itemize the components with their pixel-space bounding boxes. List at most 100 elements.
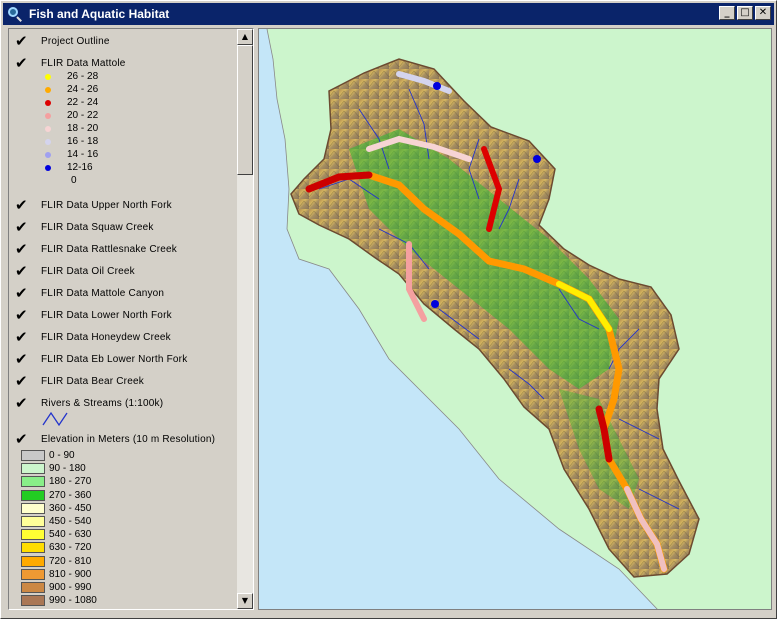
layer-item[interactable]: ✔ FLIR Data Oil Creek — [15, 263, 135, 279]
scroll-up-button[interactable]: ▲ — [237, 29, 253, 45]
layer-label: FLIR Data Bear Creek — [41, 375, 144, 387]
layer-item[interactable]: ✔ FLIR Data Lower North Fork — [15, 307, 172, 323]
legend-class-row: 12-16 — [45, 161, 93, 174]
legend-class-label: 180 - 270 — [49, 476, 92, 488]
legend-class-label: 16 - 18 — [67, 136, 99, 147]
layer-checkbox[interactable]: ✔ — [15, 396, 29, 411]
legend-class-row: 24 - 26 — [45, 83, 98, 96]
legend-class-label: 0 — [71, 175, 77, 186]
legend-class-label: 450 - 540 — [49, 516, 92, 527]
layer-project-outline[interactable]: ✔ Project Outline — [15, 33, 110, 49]
title-bar[interactable]: Fish and Aquatic Habitat _ □ ✕ — [3, 3, 774, 25]
layer-item[interactable]: ✔ FLIR Data Upper North Fork — [15, 197, 172, 213]
layer-label: FLIR Data Oil Creek — [41, 265, 135, 277]
layer-label: FLIR Data Eb Lower North Fork — [41, 353, 188, 365]
legend-dot-symbol — [45, 86, 51, 93]
layer-checkbox[interactable]: ✔ — [15, 56, 29, 71]
table-of-contents: ✔ Project Outline ✔ FLIR Data Mattole 26… — [8, 28, 254, 610]
legend-swatch — [21, 516, 45, 527]
legend-class-row: 720 - 810 — [21, 555, 91, 568]
layer-item[interactable]: ✔ FLIR Data Mattole Canyon — [15, 285, 164, 301]
layer-elevation[interactable]: ✔ Elevation in Meters (10 m Resolution) — [15, 431, 215, 447]
layer-checkbox[interactable]: ✔ — [15, 286, 29, 301]
scroll-thumb[interactable] — [237, 45, 253, 175]
layer-label: Elevation in Meters (10 m Resolution) — [41, 433, 216, 445]
window-title: Fish and Aquatic Habitat — [29, 7, 170, 21]
legend-class-label: 18 - 20 — [67, 123, 99, 134]
legend-class-row: 270 - 360 — [21, 489, 91, 502]
layer-label: Rivers & Streams (1:100k) — [41, 397, 164, 409]
map-canvas[interactable] — [259, 29, 772, 610]
legend-dot-symbol — [45, 151, 51, 158]
legend-swatch — [21, 555, 45, 567]
layer-item[interactable]: ✔ FLIR Data Rattlesnake Creek — [15, 241, 177, 257]
layer-checkbox[interactable]: ✔ — [15, 34, 29, 49]
legend-class-row: 450 - 540 — [21, 515, 91, 528]
layer-label: FLIR Data Rattlesnake Creek — [41, 243, 178, 255]
layer-label: FLIR Data Mattole — [41, 57, 126, 69]
legend-swatch — [21, 568, 45, 580]
legend-class-label: 14 - 16 — [67, 149, 99, 160]
legend-class-label: 270 - 360 — [49, 489, 92, 501]
legend-class-label: 720 - 810 — [49, 555, 92, 567]
stream-symbol-icon — [42, 411, 68, 427]
layer-checkbox[interactable]: ✔ — [15, 308, 29, 323]
layer-label: FLIR Data Honeydew Creek — [41, 331, 171, 343]
legend-class-row: 26 - 28 — [45, 70, 98, 83]
legend-class-label: 12-16 — [67, 162, 93, 173]
layer-rivers-streams[interactable]: ✔ Rivers & Streams (1:100k) — [15, 395, 163, 411]
layer-item[interactable]: ✔ FLIR Data Bear Creek — [15, 373, 144, 389]
layer-flir-mattole[interactable]: ✔ FLIR Data Mattole — [15, 55, 126, 71]
legend-dot-symbol — [45, 164, 51, 171]
toc-scrollbar[interactable]: ▲ ▼ — [237, 29, 253, 609]
legend-swatch — [21, 582, 45, 593]
legend-swatch — [21, 476, 45, 488]
legend-class-row: 14 - 16 — [45, 148, 98, 161]
legend-class-row: 990 - 1080 — [21, 594, 97, 607]
legend-class-label: 24 - 26 — [67, 84, 99, 95]
legend-class-label: 90 - 180 — [49, 463, 86, 475]
layer-checkbox[interactable]: ✔ — [15, 198, 29, 213]
legend-swatch — [21, 450, 45, 461]
legend-dot-symbol — [45, 112, 51, 119]
layer-item[interactable]: ✔ FLIR Data Honeydew Creek — [15, 329, 171, 345]
legend-class-label: 540 - 630 — [49, 529, 92, 541]
layer-label: FLIR Data Upper North Fork — [41, 199, 172, 211]
legend-dot-symbol — [45, 73, 51, 80]
legend-dot-symbol — [45, 99, 51, 106]
magnifier-icon — [7, 6, 23, 22]
legend-class-label: 22 - 24 — [67, 97, 99, 108]
legend-swatch — [21, 542, 45, 554]
minimize-button[interactable]: _ — [719, 6, 735, 20]
legend-class-row: 810 - 900 — [21, 568, 91, 581]
legend-dot-symbol — [45, 138, 51, 145]
layer-label: FLIR Data Lower North Fork — [41, 309, 172, 321]
legend-class-row: 90 - 180 — [21, 462, 86, 475]
legend-class-row: 180 - 270 — [21, 475, 91, 488]
layer-checkbox[interactable]: ✔ — [15, 264, 29, 279]
layer-checkbox[interactable]: ✔ — [15, 242, 29, 257]
app-window: Fish and Aquatic Habitat _ □ ✕ ✔ Project… — [0, 0, 777, 619]
layer-checkbox[interactable]: ✔ — [15, 220, 29, 235]
layer-checkbox[interactable]: ✔ — [15, 432, 29, 447]
legend-swatch — [21, 502, 45, 514]
legend-class-row: 0 — [45, 174, 77, 187]
maximize-button[interactable]: □ — [737, 6, 753, 20]
scroll-down-button[interactable]: ▼ — [237, 593, 253, 609]
legend-class-row: 18 - 20 — [45, 122, 98, 135]
legend-class-label: 630 - 720 — [49, 542, 92, 554]
legend-swatch — [21, 529, 45, 541]
layer-checkbox[interactable]: ✔ — [15, 374, 29, 389]
legend-class-row: 22 - 24 — [45, 96, 98, 109]
map-view[interactable] — [258, 28, 772, 610]
layer-label: FLIR Data Mattole Canyon — [41, 287, 165, 299]
legend-swatch — [21, 595, 45, 607]
layer-checkbox[interactable]: ✔ — [15, 330, 29, 345]
layer-checkbox[interactable]: ✔ — [15, 352, 29, 367]
legend-class-label: 810 - 900 — [49, 568, 92, 580]
layer-item[interactable]: ✔ FLIR Data Squaw Creek — [15, 219, 154, 235]
legend-class-row: 0 - 90 — [21, 449, 75, 462]
layer-item[interactable]: ✔ FLIR Data Eb Lower North Fork — [15, 351, 187, 367]
close-button[interactable]: ✕ — [755, 6, 771, 20]
legend-class-row: 540 - 630 — [21, 528, 91, 541]
